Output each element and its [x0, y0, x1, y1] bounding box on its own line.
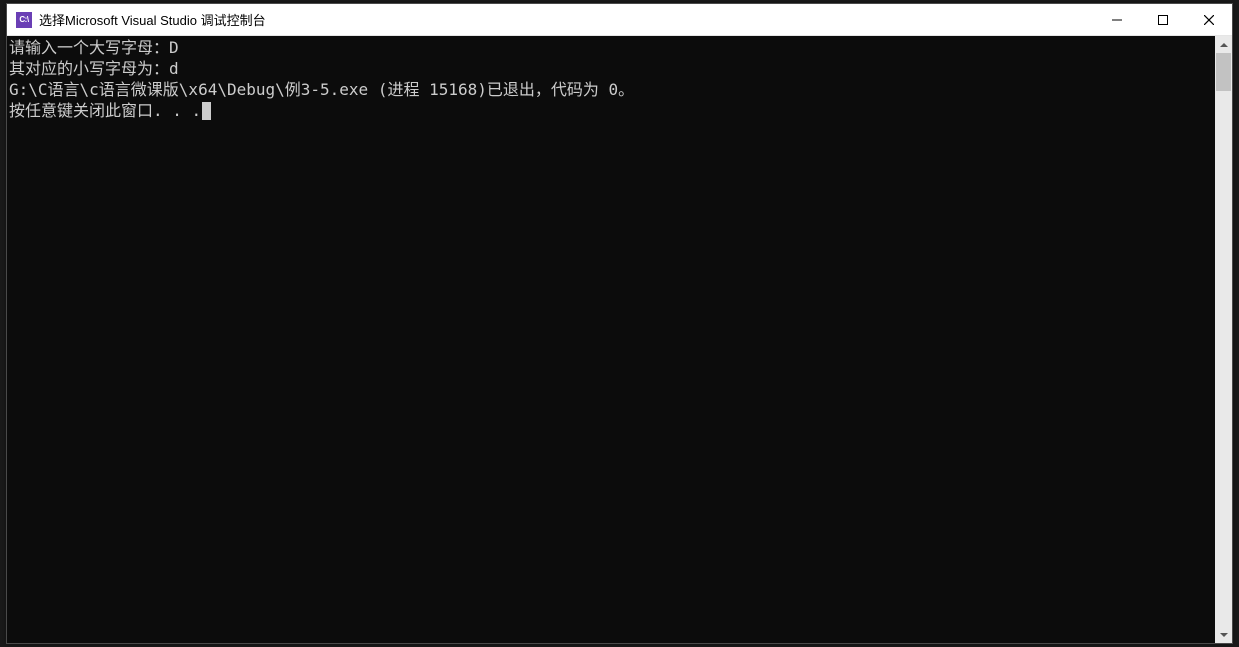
console-output[interactable]: 请输入一个大写字母：D其对应的小写字母为：dG:\C语言\c语言微课版\x64\… — [7, 36, 1215, 643]
console-line: 其对应的小写字母为：d — [9, 58, 1215, 79]
console-text: 按任意键关闭此窗口. . . — [9, 101, 201, 120]
console-line: G:\C语言\c语言微课版\x64\Debug\例3-5.exe (进程 151… — [9, 79, 1215, 100]
console-line: 按任意键关闭此窗口. . . — [9, 100, 1215, 121]
close-icon — [1204, 15, 1214, 25]
minimize-button[interactable] — [1094, 4, 1140, 35]
close-button[interactable] — [1186, 4, 1232, 35]
maximize-button[interactable] — [1140, 4, 1186, 35]
chevron-down-icon — [1220, 631, 1228, 639]
vertical-scrollbar[interactable] — [1215, 36, 1232, 643]
titlebar[interactable]: C:\ 选择Microsoft Visual Studio 调试控制台 — [7, 4, 1232, 36]
minimize-icon — [1112, 15, 1122, 25]
scroll-thumb[interactable] — [1216, 53, 1231, 91]
chevron-up-icon — [1220, 41, 1228, 49]
console-line: 请输入一个大写字母：D — [9, 37, 1215, 58]
maximize-icon — [1158, 15, 1168, 25]
window-controls — [1094, 4, 1232, 35]
window-title: 选择Microsoft Visual Studio 调试控制台 — [39, 10, 1094, 29]
text-cursor — [202, 102, 211, 120]
window-body: 请输入一个大写字母：D其对应的小写字母为：dG:\C语言\c语言微课版\x64\… — [7, 36, 1232, 643]
scroll-down-button[interactable] — [1215, 626, 1232, 643]
console-window: C:\ 选择Microsoft Visual Studio 调试控制台 请输入一… — [6, 3, 1233, 644]
scroll-up-button[interactable] — [1215, 36, 1232, 53]
app-icon: C:\ — [16, 12, 32, 28]
